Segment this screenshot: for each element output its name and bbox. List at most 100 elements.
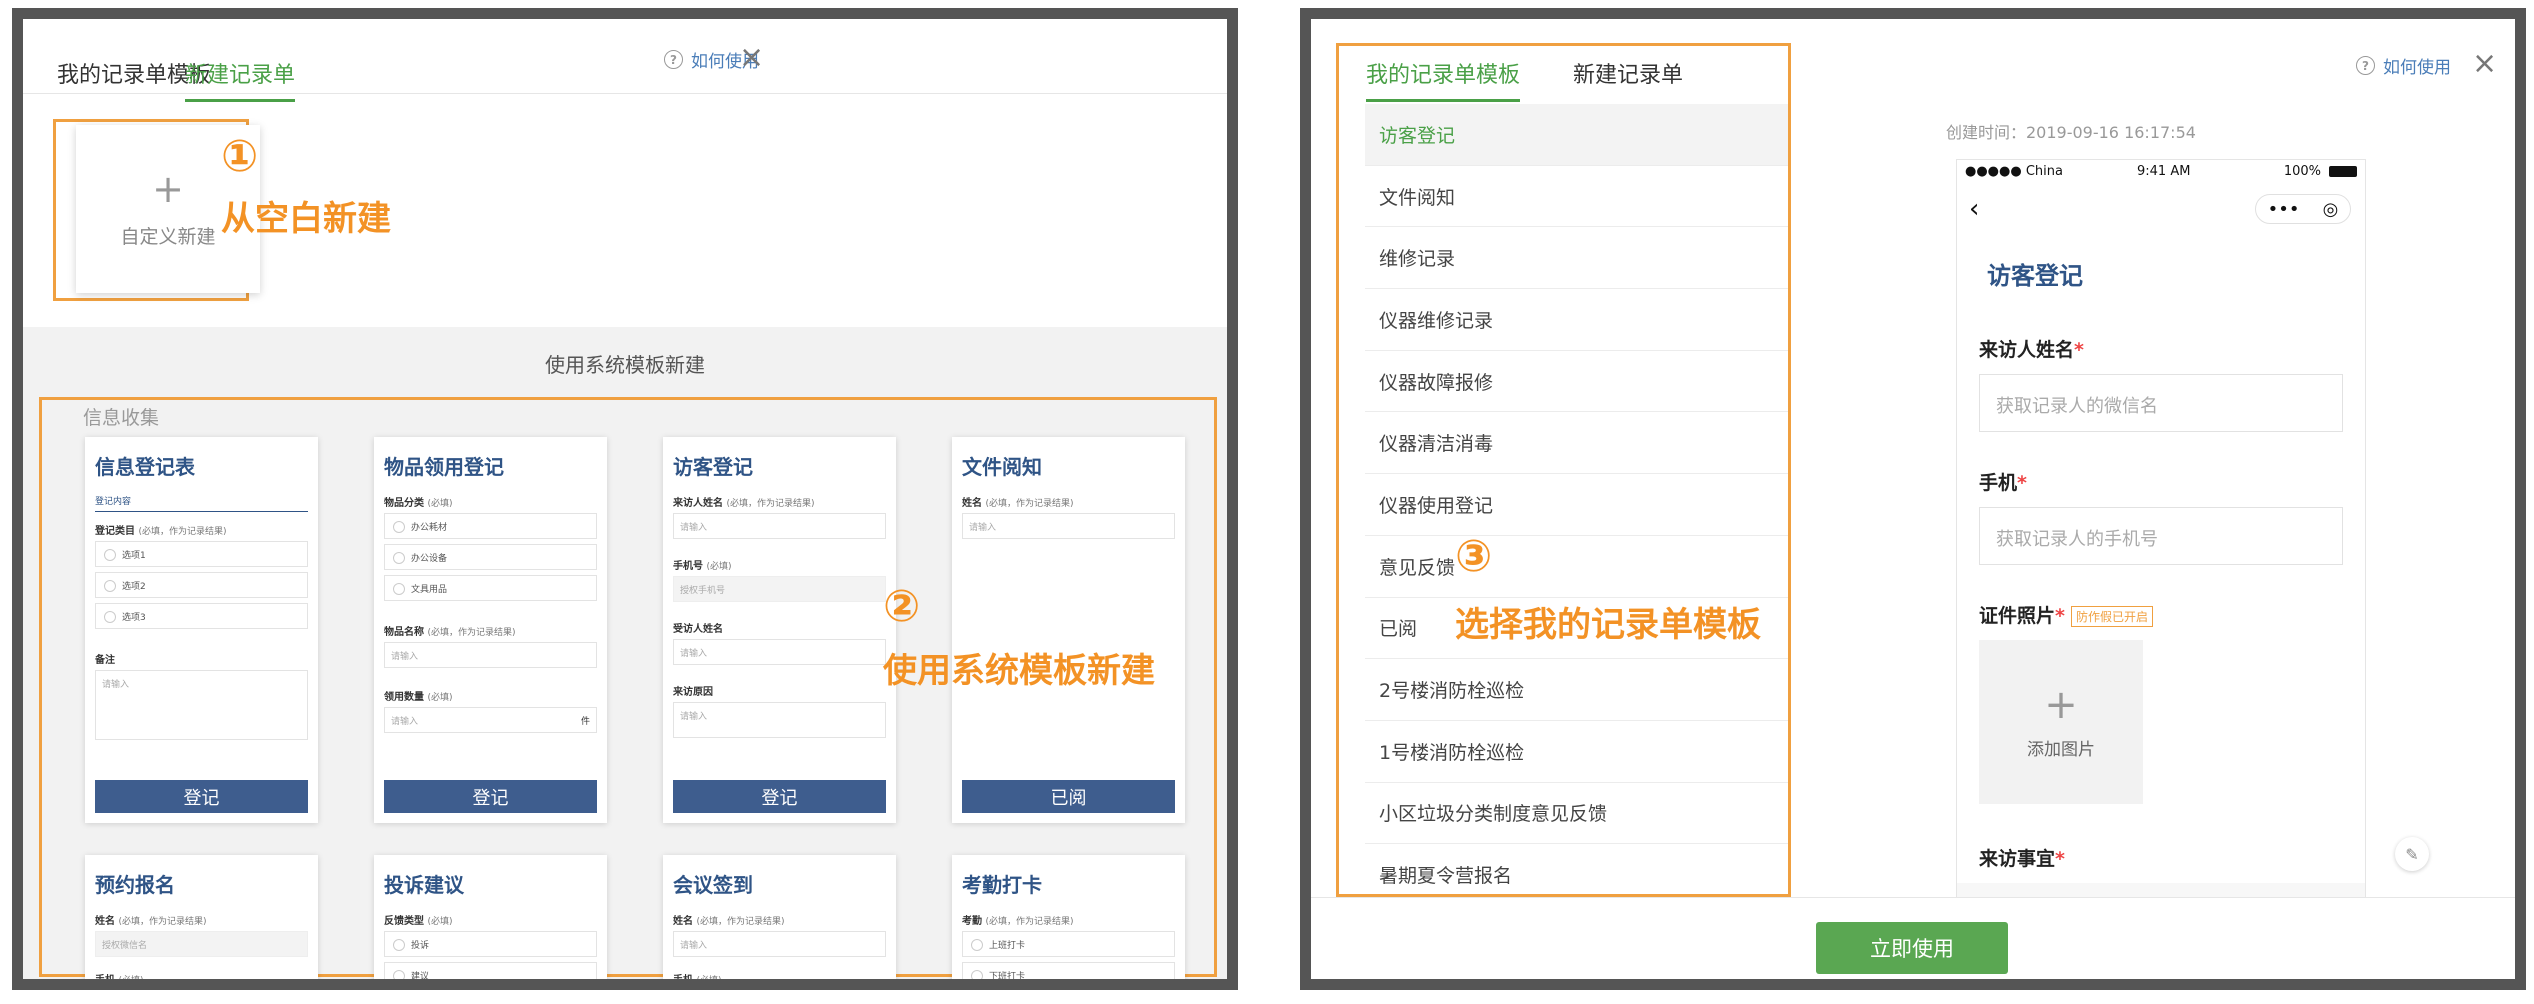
field-label: 物品名称 (必填，作为记录结果) xyxy=(384,627,516,638)
field-label: 手机号 (必填) xyxy=(673,561,732,572)
input-preview: 授权手机号 xyxy=(673,576,886,602)
card-title: 访客登记 xyxy=(673,455,753,479)
annotation-number-3: ③ xyxy=(1455,531,1493,582)
option: 选项1 xyxy=(95,541,308,567)
input-preview: 请输入 xyxy=(673,931,886,957)
new-record-dialog: 我的记录单模板 新建记录单 ? 如何使用 × + 自定义新建 ① 从空白新建 使… xyxy=(12,8,1238,990)
plus-icon: + xyxy=(152,166,184,211)
card-title: 文件阅知 xyxy=(962,455,1042,479)
created-time: 创建时间：2019-09-16 16:17:54 xyxy=(1946,123,2196,142)
card-title: 考勤打卡 xyxy=(962,873,1042,897)
question-icon: ? xyxy=(2356,56,2375,75)
field-label: 来访原因 xyxy=(673,687,713,698)
input-preview: 授权微信名 xyxy=(95,931,308,957)
custom-new-label: 自定义新建 xyxy=(120,225,216,248)
template-card-appointment[interactable]: 预约报名 姓名 (必填，作为记录结果) 授权微信名 手机 (必填) xyxy=(85,855,318,986)
field-label: 姓名 (必填，作为记录结果) xyxy=(962,498,1074,509)
card-button: 登记 xyxy=(95,780,308,813)
option: 投诉 xyxy=(384,931,597,957)
option: 办公耗材 xyxy=(384,513,597,539)
textarea-preview: 请输入 xyxy=(673,702,886,738)
field-label: 登记类目 (必填，作为记录结果) xyxy=(95,526,227,537)
template-card-visitor[interactable]: 访客登记 来访人姓名 (必填，作为记录结果) 请输入 手机号 (必填) 授权手机… xyxy=(663,437,896,823)
card-title: 投诉建议 xyxy=(384,873,464,897)
option: 文具用品 xyxy=(384,575,597,601)
field-label: 物品分类 (必填) xyxy=(384,498,453,509)
template-card-item-usage[interactable]: 物品领用登记 物品分类 (必填) 办公耗材 办公设备 文具用品 物品名称 (必填… xyxy=(374,437,607,823)
close-button[interactable]: × xyxy=(2472,49,2497,79)
field-label: 来访人姓名* xyxy=(1979,339,2084,361)
input-preview: 请输入 xyxy=(673,513,886,539)
field-label: 反馈类型 (必填) xyxy=(384,916,453,927)
card-button: 登记 xyxy=(673,780,886,813)
field-label: 证件照片* 防作假已开启 xyxy=(1979,587,2343,640)
annotation-number-1: ① xyxy=(221,131,259,182)
template-card-meeting-checkin[interactable]: 会议签到 姓名 (必填，作为记录结果) 请输入 手机 (必填) xyxy=(663,855,896,986)
field-label: 姓名 (必填，作为记录结果) xyxy=(673,916,785,927)
card-title: 会议签到 xyxy=(673,873,753,897)
add-image-button[interactable]: + 添加图片 xyxy=(1979,640,2143,804)
edit-icon[interactable]: ✎ xyxy=(2395,837,2429,871)
textarea-preview: 请输入 xyxy=(95,670,308,740)
option: 上班打卡 xyxy=(962,931,1175,957)
dialog-footer: 立即使用 xyxy=(1311,897,2515,979)
close-button[interactable]: × xyxy=(739,43,764,73)
category-label: 信息收集 xyxy=(83,407,160,429)
carrier: ●●●●● China xyxy=(1965,164,2063,179)
annotation-text-1: 从空白新建 xyxy=(221,199,391,239)
annotation-text-2: 使用系统模板新建 xyxy=(883,651,1155,691)
field-label: 受访人姓名 xyxy=(673,624,723,635)
back-icon[interactable]: ‹ xyxy=(1969,194,1979,224)
field-label: 来访事宜* xyxy=(1979,848,2065,870)
add-image-label: 添加图片 xyxy=(2027,739,2095,760)
field-label: 手机* xyxy=(1979,472,2027,494)
template-card-document-read[interactable]: 文件阅知 姓名 (必填，作为记录结果) 请输入 已阅 xyxy=(952,437,1185,823)
visitor-name-input[interactable]: 获取记录人的微信名 xyxy=(1979,374,2343,432)
option: 办公设备 xyxy=(384,544,597,570)
option: 选项3 xyxy=(95,603,308,629)
card-title: 预约报名 xyxy=(95,873,175,897)
annotation-text-3: 选择我的记录单模板 xyxy=(1455,605,1761,645)
field-label: 领用数量 (必填) xyxy=(384,692,453,703)
field-label: 备注 xyxy=(95,655,115,666)
preview-title: 访客登记 xyxy=(1957,234,2365,321)
card-subsection: 登记内容 xyxy=(95,494,308,512)
input-preview: 请输入 xyxy=(962,513,1175,539)
tab-new-record[interactable]: 新建记录单 xyxy=(185,57,296,102)
template-card-attendance[interactable]: 考勤打卡 考勤 (必填，作为记录结果) 上班打卡 下班打卡 xyxy=(952,855,1185,979)
nav-bar: ‹ ••• ◎ xyxy=(1957,184,2365,234)
annotation-number-2: ② xyxy=(883,581,921,632)
how-to-use-link[interactable]: ? 如何使用 xyxy=(2356,53,2451,78)
target-icon[interactable]: ◎ xyxy=(2323,199,2339,220)
dialog-tabs: 我的记录单模板 新建记录单 ? 如何使用 × xyxy=(23,19,1227,102)
plus-icon: + xyxy=(2044,681,2078,728)
field-label: 考勤 (必填，作为记录结果) xyxy=(962,916,1074,927)
input-preview: 请输入 xyxy=(673,639,886,665)
card-title: 信息登记表 xyxy=(95,455,195,479)
option: 建议 xyxy=(384,962,597,979)
mini-program-capsule[interactable]: ••• ◎ xyxy=(2255,194,2351,224)
template-card-complaint[interactable]: 投诉建议 反馈类型 (必填) 投诉 建议 xyxy=(374,855,607,979)
status-bar: ●●●●● China 9:41 AM 100% xyxy=(1957,160,2365,184)
question-icon: ? xyxy=(664,50,683,69)
field-label: 来访人姓名 (必填，作为记录结果) xyxy=(673,498,815,509)
card-button: 登记 xyxy=(384,780,597,813)
more-icon[interactable]: ••• xyxy=(2268,199,2300,220)
highlight-box-3 xyxy=(1336,43,1791,897)
my-templates-dialog: 我的记录单模板 新建记录单 ? 如何使用 × 访客登记 文件阅知 维修记录 仪器… xyxy=(1300,8,2526,990)
option: 下班打卡 xyxy=(962,962,1175,979)
status-time: 9:41 AM xyxy=(2137,164,2191,179)
field-label: 手机 (必填) xyxy=(95,975,144,986)
use-now-button[interactable]: 立即使用 xyxy=(1816,922,2008,974)
template-preview: ●●●●● China 9:41 AM 100% ‹ ••• ◎ 访客登记 来访… xyxy=(1956,159,2366,919)
battery-icon xyxy=(2329,166,2357,177)
field-label: 手机 (必填) xyxy=(673,975,722,986)
section-title: 使用系统模板新建 xyxy=(545,353,705,377)
option: 选项2 xyxy=(95,572,308,598)
phone-input[interactable]: 获取记录人的手机号 xyxy=(1979,507,2343,565)
input-preview: 请输入 xyxy=(384,642,597,668)
preview-form: 来访人姓名* 获取记录人的微信名 手机* 获取记录人的手机号 证件照片* 防作假已… xyxy=(1957,321,2365,883)
template-card-info-register[interactable]: 信息登记表 登记内容 登记类目 (必填，作为记录结果) 选项1 选项2 选项3 … xyxy=(85,437,318,823)
card-button: 已阅 xyxy=(962,780,1175,813)
card-title: 物品领用登记 xyxy=(384,455,504,479)
